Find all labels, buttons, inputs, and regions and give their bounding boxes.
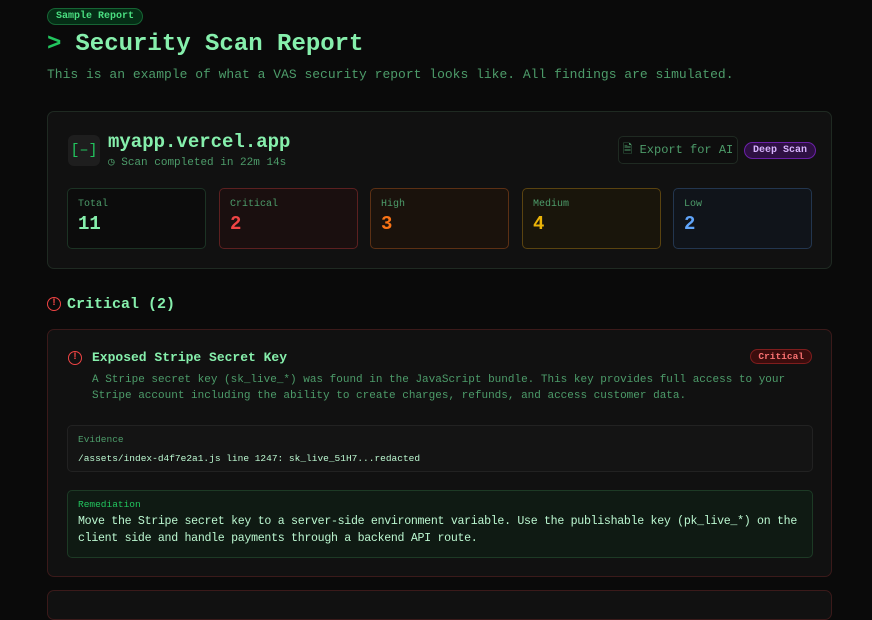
section-title: Critical (2) xyxy=(67,296,175,313)
stat-label: High xyxy=(381,199,498,210)
stat-total: Total 11 xyxy=(67,188,206,249)
stat-value: 3 xyxy=(381,213,498,235)
evidence-box: Evidence/assets/index-d4f7e2a1.js line 1… xyxy=(67,425,813,472)
next-finding-card xyxy=(47,590,832,620)
stat-value: 2 xyxy=(684,213,801,235)
scan-icon: [–] xyxy=(68,135,100,166)
clock-icon: ◷ xyxy=(108,157,121,169)
scan-time: ◷ Scan completed in 22m 14s xyxy=(108,155,286,169)
sample-report-badge: Sample Report xyxy=(47,8,143,25)
page-subtitle: This is an example of what a VAS securit… xyxy=(47,67,734,82)
stat-label: Low xyxy=(684,199,801,210)
finding-description: A Stripe secret key (sk_live_*) was foun… xyxy=(92,372,792,404)
evidence-label: Evidence xyxy=(78,434,802,445)
page-title: > Security Scan Report xyxy=(47,31,363,58)
stat-value: 11 xyxy=(78,213,195,235)
stat-medium: Medium 4 xyxy=(522,188,661,249)
severity-badge: Critical xyxy=(750,349,812,364)
stat-label: Medium xyxy=(533,199,650,210)
finding-title: ! Exposed Stripe Secret Key xyxy=(68,350,287,365)
scan-type-badge: Deep Scan xyxy=(744,142,816,159)
export-for-ai-button[interactable]: 🗎 Export for AI xyxy=(618,136,738,164)
remediation-text: Move the Stripe secret key to a server-s… xyxy=(78,513,802,547)
remediation-box: Remediation Move the Stripe secret key to… xyxy=(67,490,813,558)
page-title-text: Security Scan Report xyxy=(75,31,363,58)
finding-title-text: Exposed Stripe Secret Key xyxy=(92,350,287,365)
alert-circle-icon: ! xyxy=(47,297,61,311)
stat-low: Low 2 xyxy=(673,188,812,249)
site-name: myapp.vercel.app xyxy=(108,131,290,153)
stat-label: Total xyxy=(78,199,195,210)
remediation-label: Remediation xyxy=(78,499,802,510)
evidence-text: /assets/index-d4f7e2a1.js line 1247: sk_… xyxy=(78,453,802,464)
prompt-icon: > xyxy=(47,31,61,58)
scan-time-text: Scan completed in 22m 14s xyxy=(121,157,286,169)
stat-critical: Critical 2 xyxy=(219,188,358,249)
stat-high: High 3 xyxy=(370,188,509,249)
scan-summary-card: [–] myapp.vercel.app ◷ Scan completed in… xyxy=(47,111,832,269)
stat-value: 2 xyxy=(230,213,347,235)
alert-circle-icon: ! xyxy=(68,351,82,365)
finding-card: ! Exposed Stripe Secret Key Critical A St… xyxy=(47,329,832,577)
critical-section-header: ! Critical (2) xyxy=(47,296,175,313)
file-icon: 🗎 xyxy=(623,143,640,157)
export-label: Export for AI xyxy=(640,143,734,157)
stat-value: 4 xyxy=(533,213,650,235)
stat-label: Critical xyxy=(230,199,347,210)
